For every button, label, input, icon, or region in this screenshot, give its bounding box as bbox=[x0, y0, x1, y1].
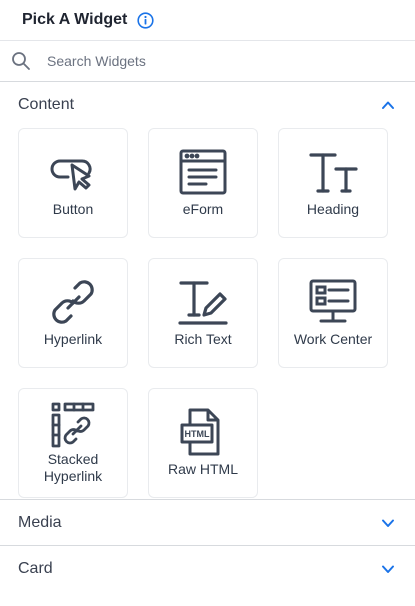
html-badge-text: HTML bbox=[185, 429, 210, 439]
widget-tile-work-center[interactable]: Work Center bbox=[278, 258, 388, 368]
heading-tt-icon bbox=[308, 147, 358, 197]
widget-label: Work Center bbox=[293, 331, 373, 347]
section-title-card: Card bbox=[18, 560, 53, 577]
widget-tile-eform[interactable]: eForm bbox=[148, 128, 258, 238]
widget-tile-stacked-hyperlink[interactable]: Stacked Hyperlink bbox=[18, 388, 128, 498]
widget-label: Button bbox=[52, 201, 94, 217]
panel-title: Pick A Widget bbox=[22, 11, 128, 28]
widget-tile-raw-html[interactable]: HTML Raw HTML bbox=[148, 388, 258, 498]
widget-label: Hyperlink bbox=[43, 331, 103, 347]
work-center-monitor-icon bbox=[308, 277, 358, 327]
widget-tile-hyperlink[interactable]: Hyperlink bbox=[18, 258, 128, 368]
html-file-icon: HTML bbox=[178, 407, 228, 457]
widget-label: eForm bbox=[182, 201, 224, 217]
search-icon bbox=[11, 51, 31, 71]
widget-tile-rich-text[interactable]: Rich Text bbox=[148, 258, 258, 368]
chevron-down-icon[interactable] bbox=[381, 562, 395, 576]
widget-label: Heading bbox=[306, 201, 360, 217]
chain-link-icon bbox=[48, 277, 98, 327]
section-title-media: Media bbox=[18, 513, 62, 531]
rich-text-pencil-icon bbox=[178, 277, 228, 327]
widget-tile-button[interactable]: Button bbox=[18, 128, 128, 238]
button-cursor-icon bbox=[48, 147, 98, 197]
panel-header: Pick A Widget bbox=[0, 0, 415, 41]
widget-grid: Button eForm Heading Hyperlink Rich Text… bbox=[0, 128, 415, 500]
stacked-hyperlink-icon bbox=[49, 401, 97, 449]
chevron-up-icon[interactable] bbox=[381, 98, 395, 112]
search-input[interactable] bbox=[47, 53, 367, 69]
widget-label-line: Stacked bbox=[47, 451, 99, 467]
info-circle-icon[interactable] bbox=[137, 11, 154, 29]
widget-label-line: Hyperlink bbox=[43, 468, 103, 484]
section-header-media[interactable]: Media bbox=[0, 500, 415, 546]
eform-window-icon bbox=[178, 147, 228, 197]
widget-tile-heading[interactable]: Heading bbox=[278, 128, 388, 238]
widget-label: Raw HTML bbox=[167, 461, 238, 477]
widget-label: Stacked Hyperlink bbox=[44, 451, 102, 485]
section-title-content: Content bbox=[18, 96, 75, 113]
widget-label: Rich Text bbox=[174, 331, 232, 347]
section-header-content[interactable]: Content bbox=[0, 82, 415, 128]
search-bar bbox=[0, 41, 415, 82]
section-header-card[interactable]: Card bbox=[0, 546, 415, 592]
chevron-down-icon[interactable] bbox=[381, 516, 395, 530]
